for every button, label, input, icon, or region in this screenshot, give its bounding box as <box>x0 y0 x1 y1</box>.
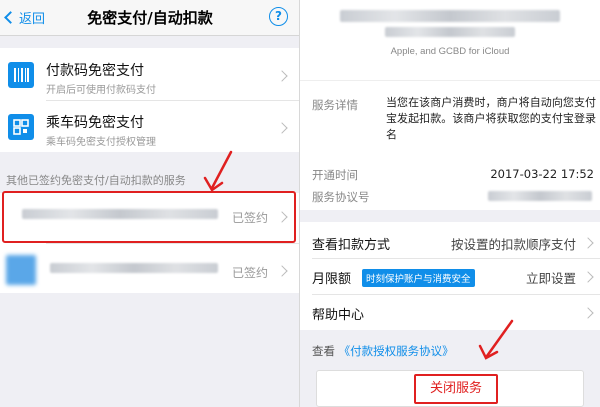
agreement-link[interactable]: 《付款授权服务协议》 <box>339 344 454 358</box>
divider <box>312 294 600 295</box>
monthly-limit-label: 月限额 <box>312 272 352 287</box>
deduct-method-label: 查看扣款方式 <box>312 238 391 253</box>
status-badge: 已签约 <box>231 266 268 280</box>
chevron-right-icon <box>276 122 288 134</box>
help-icon[interactable]: ? <box>269 7 288 26</box>
security-tag: 时刻保护账户与消费安全 <box>362 269 475 287</box>
help-center-label: 帮助中心 <box>312 308 365 323</box>
section-label: 其他已签约免密支付/自动扣款的服务 <box>6 174 186 187</box>
page-title: 免密支付/自动扣款 <box>87 9 213 27</box>
blurred-agreement-number <box>488 191 592 201</box>
view-label: 查看 <box>312 344 335 358</box>
service-detail-card: 服务详情 当您在该商户消费时，商户将自动向您支付宝发起扣款。该商户将获取您的支付… <box>300 80 600 210</box>
blurred-merchant-name <box>340 10 560 22</box>
close-service-button[interactable]: 关闭服务 <box>414 374 498 404</box>
right-screen: Apple, and GCBD for iCloud 服务详情 当您在该商户消费… <box>300 0 600 407</box>
transit-code-title: 乘车码免密支付 <box>46 115 144 131</box>
transit-code-subtitle: 乘车码免密支付授权管理 <box>46 137 156 148</box>
payment-code-subtitle: 开启后可使用付款码支付 <box>46 85 156 96</box>
detail-text: 当您在该商户消费时，商户将自动向您支付宝发起扣款。该商户将获取您的支付宝登录名 <box>386 96 596 141</box>
left-screen: 返回 免密支付/自动扣款 ? 付款码免密支付 开启后可使用付款码支付 乘车码免密… <box>0 0 300 407</box>
blurred-service-logo <box>6 255 36 285</box>
barcode-icon <box>8 62 34 88</box>
blurred-merchant-name <box>385 27 515 37</box>
divider <box>46 243 299 244</box>
deduct-method-value: 按设置的扣款顺序支付 <box>450 237 576 252</box>
nav-bar: 返回 免密支付/自动扣款 ? <box>0 0 299 36</box>
divider <box>312 258 600 259</box>
open-time-label: 开通时间 <box>312 168 358 182</box>
chevron-right-icon <box>582 307 594 319</box>
merchant-header: Apple, and GCBD for iCloud <box>300 0 600 80</box>
chevron-right-icon <box>276 70 288 82</box>
open-time-value: 2017-03-22 17:52 <box>490 167 594 181</box>
blurred-service-name <box>50 263 218 273</box>
highlight-box <box>2 191 296 243</box>
chevron-right-icon <box>276 265 288 277</box>
detail-label: 服务详情 <box>312 98 358 112</box>
chevron-right-icon <box>582 271 594 283</box>
agreement-line: 查看 《付款授权服务协议》 <box>312 343 454 359</box>
agreement-number-label: 服务协议号 <box>312 190 370 204</box>
chevron-right-icon <box>582 237 594 249</box>
monthly-limit-action: 立即设置 <box>525 271 576 286</box>
divider <box>46 100 299 101</box>
qr-code-icon <box>8 114 34 140</box>
merchant-caption: Apple, and GCBD for iCloud <box>390 46 510 57</box>
settings-group: 付款码免密支付 开启后可使用付款码支付 乘车码免密支付 乘车码免密支付授权管理 <box>0 48 299 152</box>
payment-code-title: 付款码免密支付 <box>46 63 144 79</box>
